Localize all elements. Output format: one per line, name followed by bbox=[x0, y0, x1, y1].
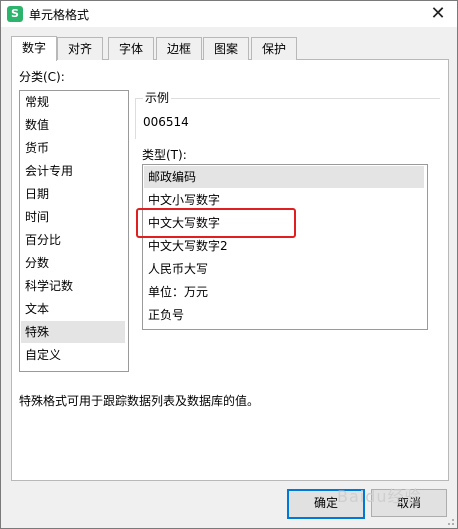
category-item-date[interactable]: 日期 bbox=[21, 183, 125, 205]
title-bar: S 单元格格式 ✕ bbox=[1, 1, 457, 27]
category-item-custom[interactable]: 自定义 bbox=[21, 344, 125, 366]
category-item-text[interactable]: 文本 bbox=[21, 298, 125, 320]
tab-border[interactable]: 边框 bbox=[156, 37, 202, 60]
sample-value: 006514 bbox=[143, 115, 189, 129]
category-item-currency[interactable]: 货币 bbox=[21, 137, 125, 159]
category-label: 分类(C): bbox=[19, 70, 65, 84]
type-label: 类型(T): bbox=[142, 148, 187, 162]
type-item-unit-wan-yuan[interactable]: 单位：万元 bbox=[144, 281, 424, 303]
category-item-percentage[interactable]: 百分比 bbox=[21, 229, 125, 251]
type-item-sign[interactable]: 正负号 bbox=[144, 304, 424, 326]
type-item-postal-code[interactable]: 邮政编码 bbox=[144, 166, 424, 188]
ok-button[interactable]: 确定 bbox=[287, 489, 365, 519]
dialog-title: 单元格格式 bbox=[29, 8, 90, 22]
category-item-fraction[interactable]: 分数 bbox=[21, 252, 125, 274]
cancel-button[interactable]: 取消 bbox=[371, 489, 447, 517]
type-list[interactable]: 邮政编码 中文小写数字 中文大写数字 中文大写数字2 人民币大写 单位：万元 正… bbox=[142, 164, 428, 330]
category-item-accounting[interactable]: 会计专用 bbox=[21, 160, 125, 182]
type-item-chinese-uppercase-2[interactable]: 中文大写数字2 bbox=[144, 235, 424, 257]
format-cells-dialog: S 单元格格式 ✕ 数字 对齐 字体 边框 图案 保护 分类(C): 常规 数值… bbox=[0, 0, 458, 529]
tab-pattern[interactable]: 图案 bbox=[203, 37, 249, 60]
category-item-number[interactable]: 数值 bbox=[21, 114, 125, 136]
type-item-chinese-uppercase[interactable]: 中文大写数字 bbox=[144, 212, 424, 234]
category-item-time[interactable]: 时间 bbox=[21, 206, 125, 228]
category-item-special[interactable]: 特殊 bbox=[21, 321, 125, 343]
wps-spreadsheet-icon: S bbox=[7, 6, 23, 22]
category-item-general[interactable]: 常规 bbox=[21, 91, 125, 113]
tab-font[interactable]: 字体 bbox=[108, 37, 154, 60]
resize-grip-icon[interactable] bbox=[445, 516, 455, 526]
tab-protection[interactable]: 保护 bbox=[251, 37, 297, 60]
sample-legend: 示例 bbox=[143, 89, 172, 106]
tab-alignment[interactable]: 对齐 bbox=[57, 37, 103, 60]
type-item-rmb-uppercase[interactable]: 人民币大写 bbox=[144, 258, 424, 280]
type-item-chinese-lowercase[interactable]: 中文小写数字 bbox=[144, 189, 424, 211]
category-item-scientific[interactable]: 科学记数 bbox=[21, 275, 125, 297]
category-list[interactable]: 常规 数值 货币 会计专用 日期 时间 百分比 分数 科学记数 文本 特殊 自定… bbox=[19, 90, 129, 372]
format-description: 特殊格式可用于跟踪数据列表及数据库的值。 bbox=[19, 394, 260, 408]
close-icon[interactable]: ✕ bbox=[427, 3, 449, 25]
tab-number[interactable]: 数字 bbox=[11, 36, 57, 61]
